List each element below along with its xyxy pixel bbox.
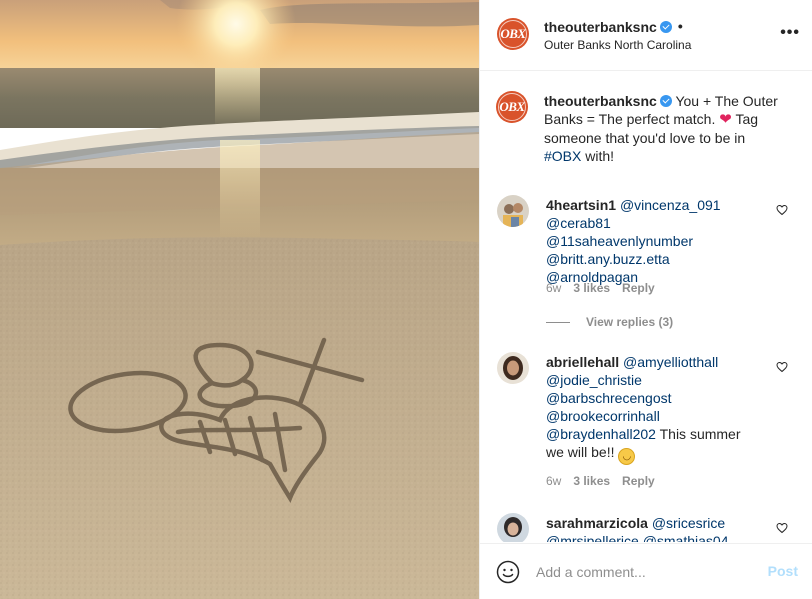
avatar-photo-icon	[497, 513, 529, 542]
replies-divider	[546, 321, 570, 323]
comments-section[interactable]: OBX theouterbanksnc You + The Outer Bank…	[480, 71, 812, 542]
comment-input[interactable]	[536, 560, 756, 584]
comment-username[interactable]: abriellehall	[546, 354, 619, 370]
avatar-photo-icon	[497, 195, 529, 227]
like-heart-icon[interactable]	[776, 522, 788, 534]
comment-likes[interactable]: 3 likes	[573, 474, 610, 488]
mention-link[interactable]: @amyelliotthall	[623, 354, 718, 370]
verified-badge-icon	[659, 95, 672, 107]
hashtag-link[interactable]: #OBX	[544, 148, 581, 164]
comment-avatar[interactable]	[497, 195, 529, 227]
post-comment-button[interactable]: Post	[768, 563, 798, 579]
verified-badge-icon	[659, 21, 672, 33]
avatar[interactable]: OBX	[497, 18, 529, 50]
mention-link[interactable]: @britt.any.buzz.etta	[546, 251, 670, 267]
mention-link[interactable]: @11saheavenlynumber	[546, 233, 693, 249]
comment-username[interactable]: sarahmarzicola	[546, 515, 648, 531]
comment-likes[interactable]: 3 likes	[573, 281, 610, 295]
mention-link[interactable]: @braydenhall202	[546, 426, 656, 442]
more-options-button[interactable]: •••	[780, 24, 800, 42]
smile-emoji-icon: ◡	[618, 448, 636, 465]
comment-username[interactable]: 4heartsin1	[546, 197, 616, 213]
separator-dot: •	[677, 18, 683, 34]
mention-link[interactable]: @brookecorrinhall	[546, 408, 660, 424]
avatar-logo-text: OBX	[500, 26, 526, 41]
add-comment-bar: Post	[480, 543, 812, 599]
mention-link[interactable]: @sricesrice	[652, 515, 725, 531]
header-username: theouterbanksnc •	[544, 18, 683, 35]
mention-link[interactable]: @jodie_christie	[546, 372, 642, 388]
caption-text: theouterbanksnc You + The Outer Banks = …	[544, 92, 784, 165]
comment-avatar[interactable]	[497, 513, 529, 542]
avatar-photo-icon	[497, 352, 529, 384]
like-heart-icon[interactable]	[776, 361, 788, 373]
comment-avatar[interactable]	[497, 352, 529, 384]
comment-text: 4heartsin1 @vincenza_091 @cerab81 @11sah…	[546, 196, 756, 286]
reply-button[interactable]: Reply	[622, 281, 655, 295]
view-replies-button[interactable]: View replies (3)	[546, 315, 673, 329]
comment-text: abriellehall @amyelliotthall @jodie_chri…	[546, 353, 756, 465]
caption-username[interactable]: theouterbanksnc	[544, 93, 657, 109]
post-header: OBX theouterbanksnc • Outer Banks North C…	[480, 0, 812, 71]
mention-link[interactable]: @smathias04	[643, 533, 729, 542]
avatar-logo-text: OBX	[499, 99, 525, 114]
heart-emoji-icon: ❤	[719, 111, 732, 128]
caption-end: with!	[585, 148, 615, 164]
comment-meta: 6w 3 likes Reply	[546, 474, 667, 488]
comment-meta: 6w 3 likes Reply	[546, 281, 667, 295]
mention-link[interactable]: @mrsjpellerice	[546, 533, 639, 542]
caption-avatar[interactable]: OBX	[496, 91, 528, 123]
view-replies-label: View replies (3)	[586, 315, 674, 329]
mention-link[interactable]: @vincenza_091	[620, 197, 721, 213]
reply-button[interactable]: Reply	[622, 474, 655, 488]
like-heart-icon[interactable]	[776, 204, 788, 216]
post-photo[interactable]	[0, 0, 479, 599]
beach-photo	[0, 0, 479, 599]
emoji-picker-icon[interactable]	[496, 560, 520, 584]
comment-time[interactable]: 6w	[546, 474, 561, 488]
location-link[interactable]: Outer Banks North Carolina	[544, 38, 691, 52]
post-panel: OBX theouterbanksnc • Outer Banks North C…	[479, 0, 812, 599]
comment-text: sarahmarzicola @sricesrice @mrsjpelleric…	[546, 514, 756, 542]
username-link[interactable]: theouterbanksnc	[544, 19, 657, 35]
comment-time[interactable]: 6w	[546, 281, 561, 295]
mention-link[interactable]: @barbschrecengost	[546, 390, 672, 406]
mention-link[interactable]: @cerab81	[546, 215, 611, 231]
